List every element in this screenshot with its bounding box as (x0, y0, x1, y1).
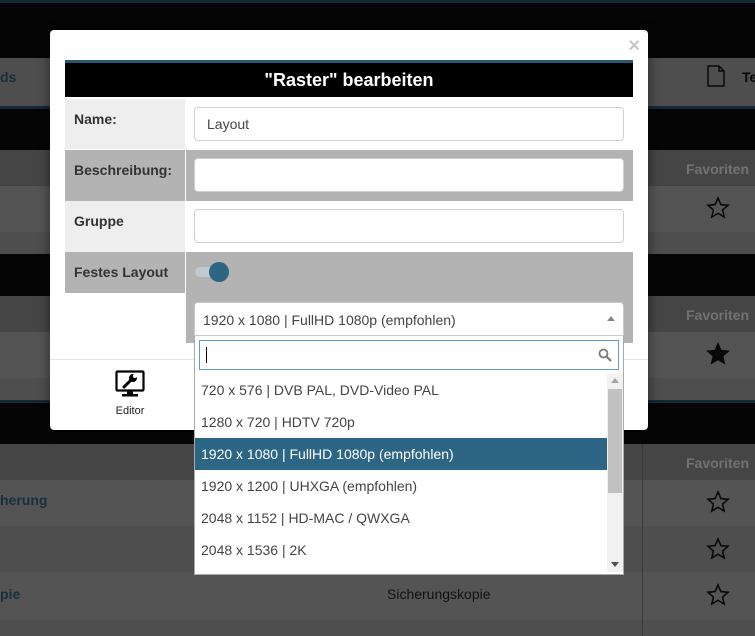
scroll-down-arrow-icon[interactable] (611, 562, 619, 567)
name-input[interactable] (194, 107, 624, 141)
description-label: Beschreibung: (65, 150, 185, 201)
group-input[interactable] (194, 209, 624, 243)
description-input[interactable] (194, 158, 624, 192)
resolution-selected-value: 1920 x 1080 | FullHD 1080p (empfohlen) (203, 312, 456, 328)
editor-button[interactable]: Editor (108, 370, 152, 420)
fixed-layout-row: Festes Layout (65, 252, 633, 293)
dropdown-option[interactable]: 2048 x 1536 | 2K (195, 534, 607, 566)
fixed-layout-label: Festes Layout (65, 252, 185, 293)
description-row: Beschreibung: (65, 150, 633, 201)
group-value-cell (186, 201, 633, 252)
dropdown-option[interactable]: 720 x 576 | DVB PAL, DVD-Video PAL (195, 374, 607, 406)
fixed-layout-value-cell (186, 252, 633, 293)
group-label: Gruppe (65, 201, 185, 252)
scroll-up-arrow-icon[interactable] (611, 378, 619, 383)
dropdown-option[interactable]: 1920 x 1200 | UHXGA (empfohlen) (195, 470, 607, 502)
name-row: Name: (65, 99, 633, 149)
name-label: Name: (65, 99, 185, 149)
editor-label: Editor (115, 405, 145, 417)
dropdown-option-selected[interactable]: 1920 x 1080 | FullHD 1080p (empfohlen) (195, 438, 607, 470)
resolution-select[interactable]: 1920 x 1080 | FullHD 1080p (empfohlen) (194, 302, 624, 336)
dropdown-search-input[interactable] (199, 340, 619, 370)
description-value-cell (186, 150, 633, 201)
scroll-thumb[interactable] (608, 389, 622, 493)
dropdown-scrollbar[interactable] (607, 374, 623, 572)
close-button[interactable]: × (628, 36, 640, 56)
fixed-layout-toggle[interactable] (195, 262, 229, 282)
dropdown-option[interactable]: 2048 x 1152 | HD-MAC / QWXGA (195, 502, 607, 534)
dialog-title: "Raster" bearbeiten (65, 60, 633, 97)
toggle-knob (209, 262, 229, 282)
search-icon (598, 348, 612, 362)
text-cursor (206, 347, 207, 363)
monitor-wrench-icon (115, 370, 145, 397)
dropdown-option[interactable]: 1280 x 720 | HDTV 720p (195, 406, 607, 438)
name-value-cell (186, 99, 633, 149)
group-row: Gruppe (65, 201, 633, 252)
resolution-dropdown: 720 x 576 | DVB PAL, DVD-Video PAL 1280 … (194, 336, 624, 575)
chevron-up-icon (607, 316, 615, 321)
